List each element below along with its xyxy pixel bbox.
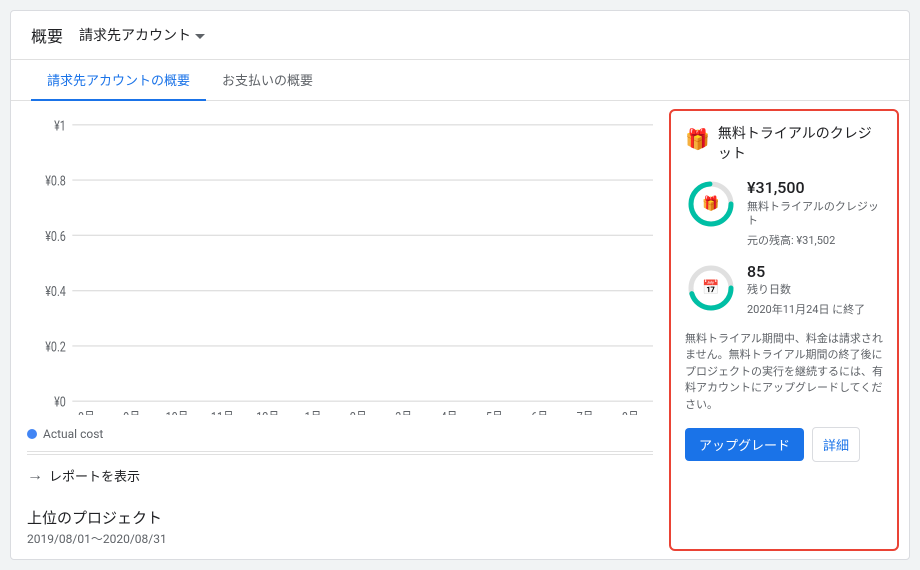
svg-text:8月: 8月	[622, 411, 639, 415]
days-sub: 2020年11月24日 に終了	[747, 301, 883, 317]
credit-item: 🎁 ¥31,500 無料トライアルのクレジット 元の残高: ¥31,502	[685, 178, 883, 247]
tab-overview[interactable]: 請求先アカウントの概要	[31, 60, 206, 101]
donut-calendar-icon: 📅	[702, 280, 719, 296]
credit-info: ¥31,500 無料トライアルのクレジット 元の残高: ¥31,502	[747, 178, 883, 247]
project-section: 上位のプロジェクト 2019/08/01〜2020/08/31	[27, 495, 653, 559]
svg-text:¥0.8: ¥0.8	[45, 174, 66, 190]
legend-label-actual: Actual cost	[43, 427, 103, 441]
report-link[interactable]: → レポートを表示	[27, 454, 653, 495]
free-trial-sidebar: 🎁 無料トライアルのクレジット 🎁 ¥31,500 無料トライアルのクレジ	[669, 109, 899, 551]
report-link-label: レポートを表示	[49, 466, 140, 485]
content-area: ¥1 ¥0.8 ¥0.6 ¥0.4 ¥0.2 ¥0 8月 9月 10月 11	[11, 101, 909, 559]
sidebar-header: 🎁 無料トライアルのクレジット	[685, 125, 883, 164]
tab-payment[interactable]: お支払いの概要	[206, 60, 329, 101]
cost-chart: ¥1 ¥0.8 ¥0.6 ¥0.4 ¥0.2 ¥0 8月 9月 10月 11	[27, 111, 653, 415]
header: 概要 請求先アカウント	[11, 11, 909, 60]
svg-text:9月: 9月	[123, 411, 140, 415]
svg-text:1月: 1月	[305, 411, 322, 415]
project-subtitle: 2019/08/01〜2020/08/31	[27, 530, 653, 547]
detail-button[interactable]: 詳細	[812, 427, 860, 462]
svg-text:10月: 10月	[166, 411, 189, 415]
svg-text:5月: 5月	[486, 411, 503, 415]
svg-text:4月: 4月	[441, 411, 458, 415]
svg-text:¥0.6: ¥0.6	[45, 230, 66, 246]
days-label: 残り日数	[747, 283, 883, 297]
svg-text:¥0: ¥0	[54, 396, 66, 412]
svg-text:2月: 2月	[350, 411, 367, 415]
svg-text:8月: 8月	[78, 411, 95, 415]
svg-text:11月: 11月	[211, 411, 234, 415]
main-window: 概要 請求先アカウント 請求先アカウントの概要 お支払いの概要 ¥1 ¥0.8	[10, 10, 910, 560]
svg-text:7月: 7月	[577, 411, 594, 415]
chevron-down-icon	[195, 34, 205, 39]
chart-container: ¥1 ¥0.8 ¥0.6 ¥0.4 ¥0.2 ¥0 8月 9月 10月 11	[27, 111, 653, 415]
credit-amount: ¥31,500	[747, 178, 883, 199]
trial-description: 無料トライアル期間中、料金は請求されません。無料トライアル期間の終了後にプロジェ…	[685, 331, 883, 414]
svg-text:6月: 6月	[531, 411, 548, 415]
arrow-right-icon: →	[27, 465, 43, 485]
sidebar-title: 無料トライアルのクレジット	[718, 125, 883, 164]
svg-text:12月: 12月	[256, 411, 279, 415]
credit-sub: 元の残高: ¥31,502	[747, 232, 883, 248]
svg-text:¥0.4: ¥0.4	[45, 285, 66, 301]
project-title: 上位のプロジェクト	[27, 507, 653, 528]
upgrade-button[interactable]: アップグレード	[685, 428, 804, 461]
billing-account-label: 請求先アカウント	[79, 25, 191, 45]
billing-account-dropdown[interactable]: 請求先アカウント	[79, 25, 205, 45]
tabs-bar: 請求先アカウントの概要 お支払いの概要	[11, 60, 909, 101]
svg-text:¥1: ¥1	[54, 119, 66, 135]
chart-section: ¥1 ¥0.8 ¥0.6 ¥0.4 ¥0.2 ¥0 8月 9月 10月 11	[11, 101, 669, 559]
legend-dot-actual	[27, 429, 37, 439]
days-donut-chart: 📅	[685, 262, 737, 314]
days-info: 85 残り日数 2020年11月24日 に終了	[747, 262, 883, 317]
gift-icon: 🎁	[685, 127, 710, 151]
days-item: 📅 85 残り日数 2020年11月24日 に終了	[685, 262, 883, 317]
divider	[27, 451, 653, 452]
svg-text:3月: 3月	[395, 411, 412, 415]
days-amount: 85	[747, 262, 883, 283]
credit-donut-chart: 🎁	[685, 178, 737, 230]
svg-text:¥0.2: ¥0.2	[45, 340, 66, 356]
donut-gift-icon: 🎁	[702, 196, 719, 212]
page-title: 概要	[31, 23, 63, 47]
credit-label: 無料トライアルのクレジット	[747, 200, 883, 229]
sidebar-actions: アップグレード 詳細	[685, 427, 883, 462]
chart-legend: Actual cost	[27, 419, 653, 449]
